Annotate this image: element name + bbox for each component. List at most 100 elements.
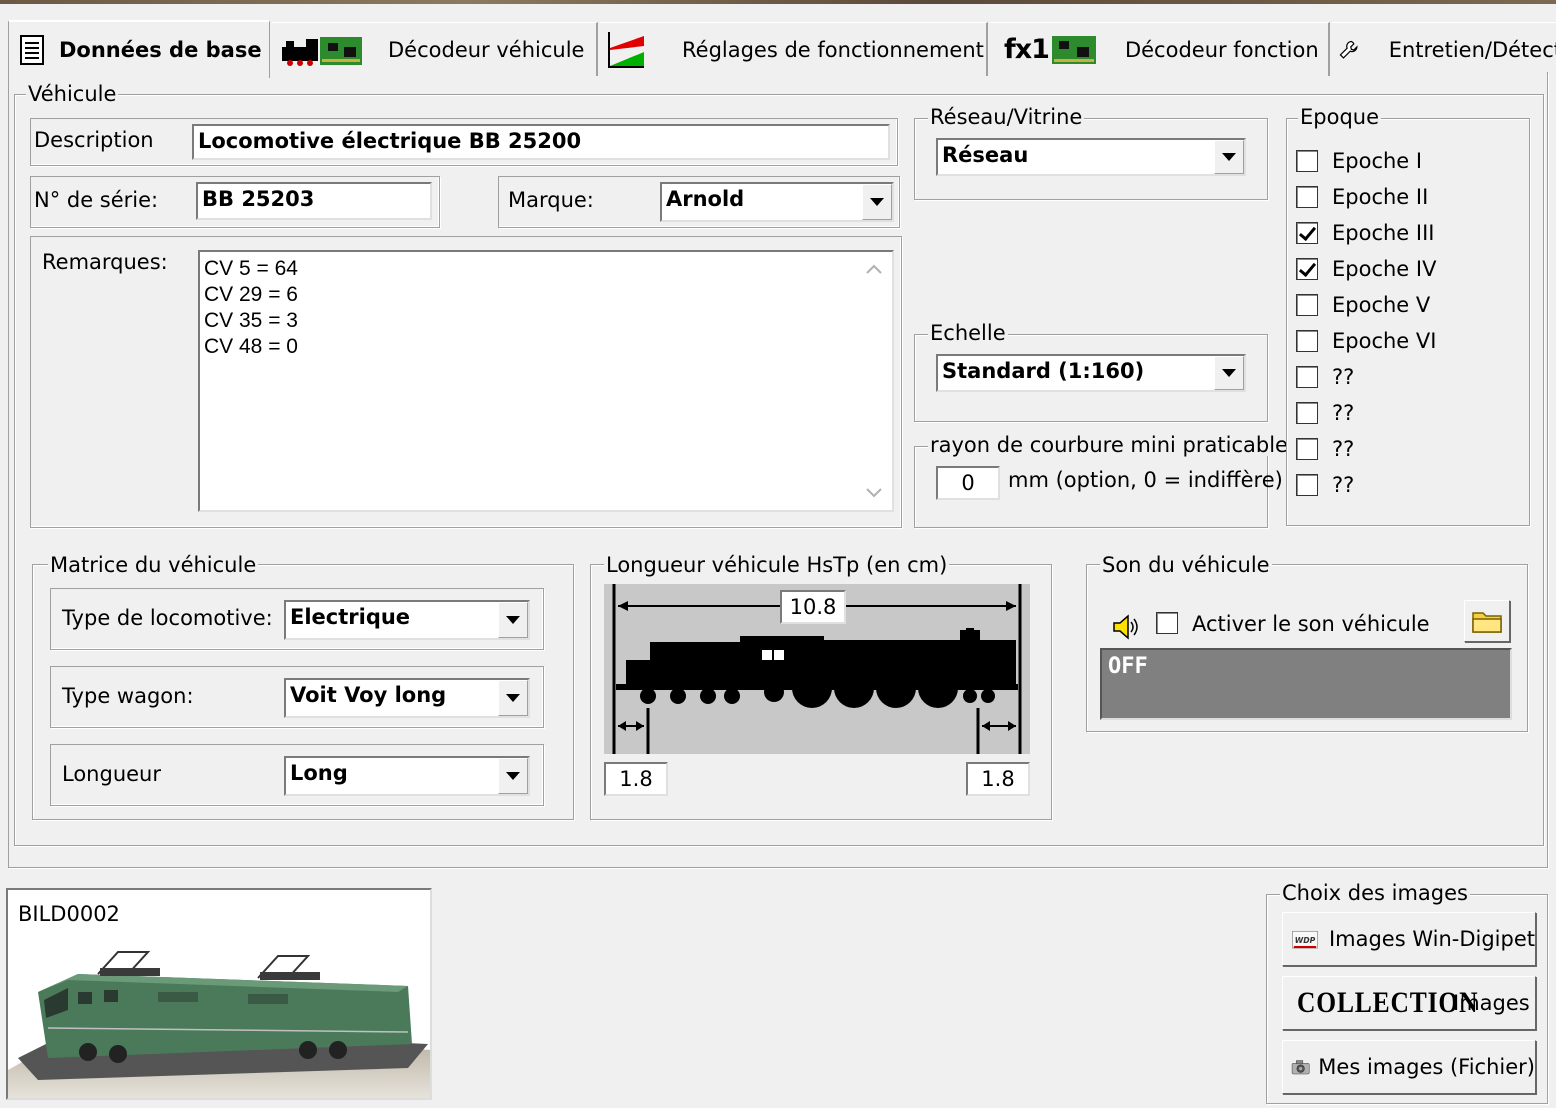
locomotive-decoder-icon bbox=[282, 36, 362, 66]
scroll-up-icon[interactable] bbox=[864, 262, 884, 276]
remarks-scrollbar[interactable] bbox=[858, 252, 890, 510]
collection-logo: COLLECTION bbox=[1297, 986, 1479, 1019]
tab-decodeur-vehicule[interactable]: Décodeur véhicule bbox=[272, 22, 598, 76]
sound-folder-button[interactable] bbox=[1464, 600, 1510, 642]
epoch-label: Epoche I bbox=[1332, 149, 1423, 173]
matrix-group-label: Matrice du véhicule bbox=[48, 553, 259, 577]
epoch-checkbox[interactable] bbox=[1296, 330, 1318, 352]
sound-status-text: OFF bbox=[1108, 654, 1148, 679]
vehicle-total-length-input[interactable]: 10.8 bbox=[780, 590, 846, 624]
loco-type-select[interactable]: Electrique bbox=[284, 600, 530, 640]
epoch-label: Epoche VI bbox=[1332, 329, 1437, 353]
sound-enable-checkbox[interactable] bbox=[1156, 612, 1178, 634]
description-input[interactable]: Locomotive électrique BB 25200 bbox=[192, 124, 890, 160]
remarks-line: CV 5 = 64 bbox=[204, 257, 298, 280]
chevron-down-icon bbox=[506, 616, 520, 624]
image-name-label: BILD0002 bbox=[18, 902, 120, 926]
epoch-label: Epoche III bbox=[1332, 221, 1435, 245]
remarks-textarea[interactable]: CV 5 = 64 CV 29 = 6 CV 35 = 3 CV 48 = 0 bbox=[198, 250, 894, 512]
tab-label: Données de base bbox=[59, 38, 262, 62]
function-decoder-icon bbox=[1051, 35, 1096, 64]
sound-group-label: Son du véhicule bbox=[1100, 553, 1272, 577]
speed-curve-icon bbox=[608, 31, 644, 68]
loco-type-dropdown-button[interactable] bbox=[498, 602, 528, 638]
epoch-checkbox[interactable] bbox=[1296, 294, 1318, 316]
epoch-label: ?? bbox=[1332, 473, 1355, 497]
remarks-line: CV 35 = 3 bbox=[204, 309, 298, 332]
brand-dropdown-button[interactable] bbox=[862, 184, 892, 220]
locomotive-photo-icon bbox=[8, 951, 430, 1098]
epoch-group bbox=[1286, 118, 1530, 526]
scale-dropdown-button[interactable] bbox=[1214, 356, 1244, 390]
document-icon bbox=[20, 35, 44, 65]
wagon-type-dropdown-button[interactable] bbox=[498, 680, 528, 716]
folder-icon bbox=[1472, 612, 1502, 633]
loco-type-label: Type de locomotive: bbox=[62, 606, 273, 630]
epoch-checkbox[interactable] bbox=[1296, 474, 1318, 496]
wdp-images-button[interactable]: WDP Images Win-Digipet bbox=[1282, 912, 1536, 966]
tab-donnees-de-base[interactable]: Données de base bbox=[8, 20, 270, 78]
chevron-down-icon bbox=[506, 772, 520, 780]
scale-value: Standard (1:160) bbox=[942, 359, 1145, 383]
network-select[interactable]: Réseau bbox=[936, 138, 1246, 176]
tab-label: Réglages de fonctionnement bbox=[682, 37, 984, 62]
length-label: Longueur bbox=[62, 762, 161, 786]
left-offset-input[interactable]: 1.8 bbox=[604, 762, 668, 796]
tab-reglages-de-fonctionnement[interactable]: Réglages de fonctionnement bbox=[600, 22, 988, 76]
epoch-checkbox[interactable] bbox=[1296, 222, 1318, 244]
epoch-checkbox[interactable] bbox=[1296, 366, 1318, 388]
epoch-group-label: Epoque bbox=[1298, 105, 1382, 129]
serial-label: N° de série: bbox=[34, 188, 159, 212]
brand-label: Marque: bbox=[508, 188, 594, 212]
wrench-icon bbox=[1339, 40, 1358, 59]
epoch-checkbox[interactable] bbox=[1296, 438, 1318, 460]
radius-group-label: rayon de courbure mini praticable bbox=[928, 433, 1290, 457]
brand-select[interactable]: Arnold bbox=[660, 182, 894, 222]
loco-type-value: Electrique bbox=[290, 605, 411, 629]
network-group-label: Réseau/Vitrine bbox=[928, 105, 1085, 129]
sound-enable-label: Activer le son véhicule bbox=[1192, 612, 1430, 636]
wagon-type-value: Voit Voy long bbox=[290, 683, 447, 707]
speaker-icon[interactable] bbox=[1110, 612, 1140, 642]
tab-decodeur-fonction[interactable]: fx1 Décodeur fonction bbox=[990, 22, 1330, 76]
wagon-type-label: Type wagon: bbox=[62, 684, 194, 708]
epoch-checkbox[interactable] bbox=[1296, 258, 1318, 280]
network-dropdown-button[interactable] bbox=[1214, 140, 1244, 174]
wdp-logo-icon: WDP bbox=[1292, 930, 1318, 949]
vehicle-image-preview[interactable]: BILD0002 bbox=[6, 888, 432, 1100]
tab-bar: Données de base Décodeur véhicule Réglag… bbox=[0, 4, 1556, 78]
scroll-down-icon[interactable] bbox=[864, 486, 884, 500]
remarks-line: CV 29 = 6 bbox=[204, 283, 298, 306]
scale-group-label: Echelle bbox=[928, 321, 1008, 345]
right-offset-input[interactable]: 1.8 bbox=[966, 762, 1030, 796]
remarks-label: Remarques: bbox=[42, 250, 168, 274]
radius-unit-label: mm (option, 0 = indiffère) bbox=[1008, 468, 1283, 492]
epoch-label: ?? bbox=[1332, 365, 1355, 389]
my-images-file-label: Mes images (Fichier) bbox=[1318, 1055, 1535, 1079]
wagon-type-select[interactable]: Voit Voy long bbox=[284, 678, 530, 718]
fx1-label: fx1 bbox=[1004, 34, 1050, 65]
tab-label: Entretien/Détect bbox=[1388, 37, 1556, 62]
tab-label: Décodeur fonction bbox=[1124, 37, 1319, 62]
tab-entretien[interactable]: Entretien/Détect bbox=[1332, 22, 1556, 76]
epoch-label: Epoche IV bbox=[1332, 257, 1437, 281]
radius-input[interactable]: 0 bbox=[936, 466, 1000, 500]
epoch-label: ?? bbox=[1332, 401, 1355, 425]
sound-status-panel: OFF bbox=[1100, 648, 1512, 720]
scale-select[interactable]: Standard (1:160) bbox=[936, 354, 1246, 392]
chevron-down-icon bbox=[870, 198, 884, 206]
my-images-file-button[interactable]: Mes images (Fichier) bbox=[1282, 1040, 1536, 1094]
serial-input[interactable]: BB 25203 bbox=[196, 182, 432, 220]
epoch-label: Epoche V bbox=[1332, 293, 1431, 317]
length-dropdown-button[interactable] bbox=[498, 758, 528, 794]
description-label: Description bbox=[34, 128, 154, 152]
svg-text:WDP: WDP bbox=[1295, 936, 1316, 945]
camera-icon bbox=[1291, 1060, 1310, 1075]
epoch-checkbox[interactable] bbox=[1296, 186, 1318, 208]
chevron-down-icon bbox=[1222, 153, 1236, 161]
length-select[interactable]: Long bbox=[284, 756, 530, 796]
remarks-lines: CV 5 = 64 CV 29 = 6 CV 35 = 3 CV 48 = 0 bbox=[204, 256, 298, 360]
collection-images-button[interactable]: COLLECTION Images bbox=[1282, 976, 1536, 1030]
epoch-checkbox[interactable] bbox=[1296, 150, 1318, 172]
epoch-checkbox[interactable] bbox=[1296, 402, 1318, 424]
